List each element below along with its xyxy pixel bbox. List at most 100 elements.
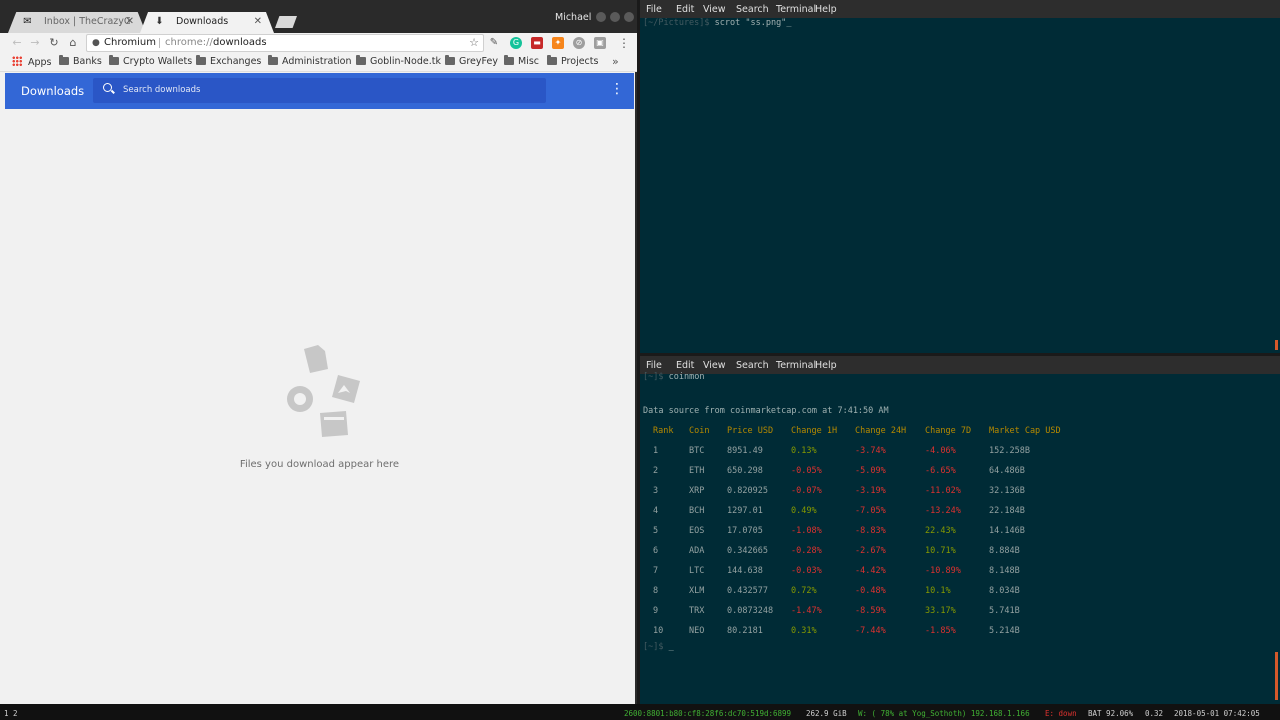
scrollbar[interactable] xyxy=(1275,340,1278,350)
extension-box-icon[interactable]: ▣ xyxy=(594,37,606,49)
cell-change-24h: -3.19% xyxy=(855,486,886,496)
table-row: 5 EOS 17.0705 -1.08% -8.83% 22.43% 14.146B xyxy=(640,526,1280,538)
bookmark-goblin-node[interactable]: Goblin-Node.tk xyxy=(356,55,441,67)
cell-change-24h: -4.42% xyxy=(855,566,886,576)
cursor: _ xyxy=(786,18,792,28)
cell-coin: XRP xyxy=(689,486,705,496)
cell-change-1h: -1.08% xyxy=(791,526,822,536)
bookmark-star-icon[interactable]: ☆ xyxy=(469,35,479,51)
menu-terminal[interactable]: Terminal xyxy=(776,360,816,371)
cell-market-cap: 22.184B xyxy=(989,506,1025,516)
scrollbar[interactable] xyxy=(1275,652,1278,700)
bookmark-label: Exchanges xyxy=(210,56,262,67)
extension-feather-icon[interactable]: ✎ xyxy=(488,37,500,49)
menu-help[interactable]: Help xyxy=(815,4,837,15)
cell-coin: BCH xyxy=(689,506,705,516)
bookmark-crypto-wallets[interactable]: Crypto Wallets xyxy=(109,55,193,67)
workspace-indicator[interactable]: 1 2 xyxy=(4,709,18,718)
bookmark-apps[interactable]: Apps xyxy=(12,56,52,68)
cell-price: 1297.01 xyxy=(727,506,763,516)
table-row: 6 ADA 0.342665 -0.28% -2.67% 10.71% 8.884B xyxy=(640,546,1280,558)
search-input[interactable]: Search downloads xyxy=(93,78,546,103)
cell-coin: XLM xyxy=(689,586,705,596)
cell-coin: TRX xyxy=(689,606,705,616)
menu-search[interactable]: Search xyxy=(736,360,769,371)
bookmarks-overflow-icon[interactable]: » xyxy=(612,55,619,68)
cell-market-cap: 5.214B xyxy=(989,626,1020,636)
maximize-icon[interactable] xyxy=(610,12,620,22)
menu-search[interactable]: Search xyxy=(736,4,769,15)
bookmark-label: Crypto Wallets xyxy=(123,56,193,67)
folder-icon xyxy=(547,55,557,65)
cell-change-24h: -8.59% xyxy=(855,606,886,616)
cell-coin: BTC xyxy=(689,446,705,456)
chrome-menu-icon[interactable]: ⋮ xyxy=(618,36,630,50)
ethernet-status: E: down xyxy=(1045,709,1077,718)
command-line: [~]$ coinmon xyxy=(643,372,704,382)
cell-change-7d: 10.71% xyxy=(925,546,956,556)
grammarly-icon[interactable]: G xyxy=(510,37,522,49)
tab-strip: ✉ Inbox | TheCrazyGM ✕ ⬇ Downloads ✕ Mic… xyxy=(0,0,637,33)
header-coin: Coin xyxy=(689,426,710,436)
new-tab-button[interactable] xyxy=(275,16,297,28)
menu-file[interactable]: File xyxy=(646,4,662,15)
cell-change-1h: -1.47% xyxy=(791,606,822,616)
close-icon[interactable]: ✕ xyxy=(254,12,262,31)
cell-change-24h: -5.09% xyxy=(855,466,886,476)
table-row: 1 BTC 8951.49 0.13% -3.74% -4.06% 152.258B xyxy=(640,446,1280,458)
bookmark-label: Administration xyxy=(282,56,352,67)
bookmark-label: Misc xyxy=(518,56,540,67)
bookmark-administration[interactable]: Administration xyxy=(268,55,352,67)
bookmark-exchanges[interactable]: Exchanges xyxy=(196,55,262,67)
close-icon[interactable]: ✕ xyxy=(126,12,134,31)
menu-edit[interactable]: Edit xyxy=(676,360,694,371)
cell-change-7d: 22.43% xyxy=(925,526,956,536)
home-icon[interactable]: ⌂ xyxy=(66,36,80,50)
tab-downloads[interactable]: ⬇ Downloads ✕ xyxy=(140,12,274,33)
terminal-top[interactable]: File Edit View Search Terminal Help [~/P… xyxy=(640,0,1280,353)
address-bar[interactable]: ● Chromium chrome:// downloads ☆ xyxy=(86,34,484,52)
cell-change-1h: 0.72% xyxy=(791,586,817,596)
header-change-7d: Change 7D xyxy=(925,426,972,436)
info-icon[interactable]: ● xyxy=(92,35,100,51)
profile-name[interactable]: Michael xyxy=(555,12,591,23)
menu-file[interactable]: File xyxy=(646,360,662,371)
menu-help[interactable]: Help xyxy=(815,360,837,371)
bookmark-greyfey[interactable]: GreyFey xyxy=(445,55,498,67)
terminal-menubar: File Edit View Search Terminal Help xyxy=(640,0,1280,18)
forward-icon[interactable]: → xyxy=(28,36,42,50)
menu-terminal[interactable]: Terminal xyxy=(776,4,816,15)
cell-price: 144.638 xyxy=(727,566,763,576)
close-window-icon[interactable] xyxy=(624,12,634,22)
cell-rank: 8 xyxy=(653,586,659,596)
extension-red-icon[interactable]: ▬ xyxy=(531,37,543,49)
cell-change-1h: -0.05% xyxy=(791,466,822,476)
cell-price: 8951.49 xyxy=(727,446,763,456)
menu-view[interactable]: View xyxy=(703,4,726,15)
more-options-icon[interactable]: ⋮ xyxy=(610,82,624,96)
command-line: [~/Pictures]$ scrot "ss.png"_ xyxy=(643,18,791,28)
extension-gray-icon[interactable]: ⊘ xyxy=(573,37,585,49)
bookmark-misc[interactable]: Misc xyxy=(504,55,540,67)
metamask-icon[interactable]: ✦ xyxy=(552,37,564,49)
bookmark-banks[interactable]: Banks xyxy=(59,55,102,67)
tab-inbox[interactable]: ✉ Inbox | TheCrazyGM ✕ xyxy=(8,12,146,33)
cell-coin: ETH xyxy=(689,466,705,476)
cell-price: 0.342665 xyxy=(727,546,768,556)
table-row: 4 BCH 1297.01 0.49% -7.05% -13.24% 22.184B xyxy=(640,506,1280,518)
cell-price: 0.432577 xyxy=(727,586,768,596)
back-icon[interactable]: ← xyxy=(10,36,24,50)
bookmark-projects[interactable]: Projects xyxy=(547,55,598,67)
cell-market-cap: 8.884B xyxy=(989,546,1020,556)
menu-edit[interactable]: Edit xyxy=(676,4,694,15)
download-icon: ⬇ xyxy=(155,16,164,27)
menu-view[interactable]: View xyxy=(703,360,726,371)
terminal-bottom[interactable]: File Edit View Search Terminal Help [~]$… xyxy=(640,356,1280,704)
empty-downloads-illustration xyxy=(287,345,360,437)
cell-coin: NEO xyxy=(689,626,705,636)
table-row: 3 XRP 0.820925 -0.07% -3.19% -11.02% 32.136B xyxy=(640,486,1280,498)
minimize-icon[interactable] xyxy=(596,12,606,22)
reload-icon[interactable]: ↻ xyxy=(47,36,61,50)
table-row: 9 TRX 0.0873248 -1.47% -8.59% 33.17% 5.741B xyxy=(640,606,1280,618)
cell-rank: 10 xyxy=(653,626,664,636)
